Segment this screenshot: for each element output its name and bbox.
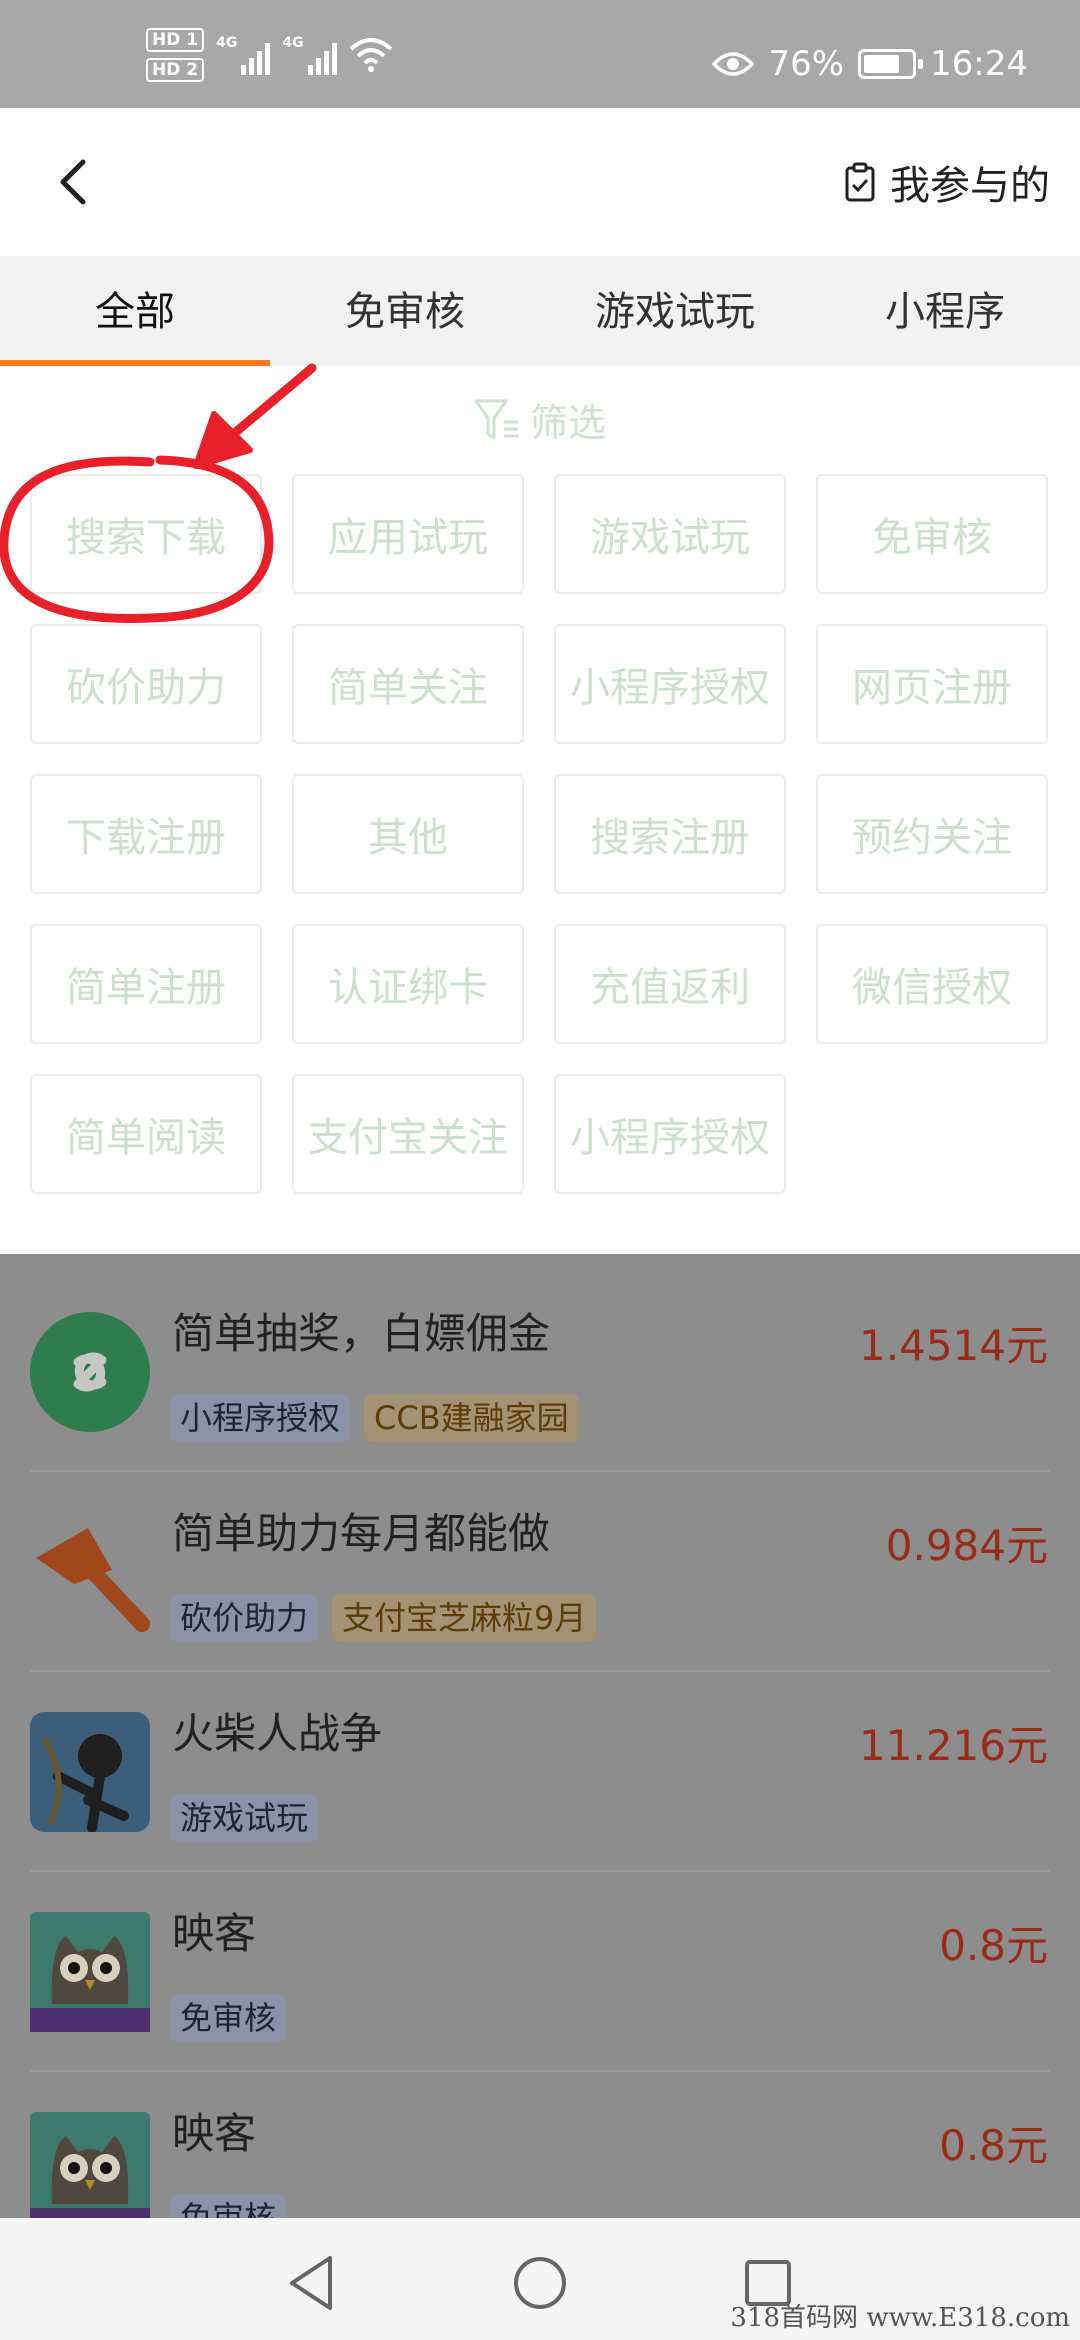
my-joined-button[interactable]: 我参与的: [844, 153, 1050, 211]
filter-chip[interactable]: 预约关注: [816, 774, 1048, 894]
task-name: 映客: [172, 1909, 257, 1958]
filter-chip[interactable]: 砍价助力: [30, 624, 262, 744]
task-item[interactable]: 简单助力每月都能做 0.984元 砍价助力 支付宝芝麻粒9月: [0, 1472, 1080, 1672]
task-tags: 砍价助力 支付宝芝麻粒9月: [170, 1594, 597, 1642]
tab-mini-program[interactable]: 小程序: [810, 256, 1080, 366]
filter-funnel-icon: [474, 399, 518, 439]
battery-icon: [858, 49, 924, 79]
filter-chip[interactable]: 充值返利: [554, 924, 786, 1044]
task-name: 简单抽奖，白嫖佣金: [172, 1309, 551, 1358]
task-category-tag: 砍价助力: [170, 1594, 319, 1642]
task-item[interactable]: 简单抽奖，白嫖佣金 1.4514元 小程序授权 CCB建融家园: [0, 1272, 1080, 1472]
task-price: 1.4514元: [859, 1321, 1048, 1370]
axe-icon: [36, 1528, 150, 1632]
filter-chip[interactable]: 支付宝关注: [292, 1074, 524, 1194]
task-tags: 免审核: [170, 2194, 287, 2218]
task-category-tag: 小程序授权: [170, 1394, 351, 1442]
filter-chip[interactable]: 小程序授权: [554, 624, 786, 744]
filter-chip[interactable]: 简单注册: [30, 924, 262, 1044]
task-name: 简单助力每月都能做: [172, 1509, 551, 1558]
mini-program-icon: [30, 1312, 150, 1432]
tab-no-review[interactable]: 免审核: [270, 256, 540, 366]
filter-chip[interactable]: 微信授权: [816, 924, 1048, 1044]
task-brand-tag: CCB建融家园: [364, 1394, 579, 1442]
task-list: 简单抽奖，白嫖佣金 1.4514元 小程序授权 CCB建融家园 简单助力每月都能…: [0, 1254, 1080, 2218]
signal-2-icon: 4G: [282, 35, 337, 75]
filter-chip[interactable]: 搜索下载: [30, 474, 262, 594]
watermark: 318首码网 www.E318.com: [730, 2303, 1070, 2333]
task-tags: 游戏试玩: [170, 1794, 319, 1842]
filter-chip[interactable]: 小程序授权: [554, 1074, 786, 1194]
task-name: 火柴人战争: [172, 1709, 383, 1758]
stickman-game-icon: [30, 1712, 150, 1832]
battery-percent: 76%: [768, 44, 845, 84]
filter-chip[interactable]: 游戏试玩: [554, 474, 786, 594]
filter-chip-grid: 搜索下载 应用试玩 游戏试玩 免审核 砍价助力 简单关注 小程序授权 网页注册 …: [30, 474, 1052, 1194]
filter-chip[interactable]: 其他: [292, 774, 524, 894]
filter-chip[interactable]: 下载注册: [30, 774, 262, 894]
hd2-badge: HD 2: [146, 58, 205, 82]
status-bar: HD 1 HD 2 4G 4G 76% 16:24: [0, 0, 1080, 108]
filter-chip[interactable]: 搜索注册: [554, 774, 786, 894]
filter-chip[interactable]: 简单阅读: [30, 1074, 262, 1194]
task-name: 映客: [172, 2109, 257, 2158]
tab-game-trial[interactable]: 游戏试玩: [540, 256, 810, 366]
clock: 16:24: [930, 44, 1028, 84]
task-tags: 小程序授权 CCB建融家园: [170, 1394, 579, 1442]
task-item[interactable]: 映客 0.8元 免审核: [0, 1872, 1080, 2072]
filter-chip[interactable]: 网页注册: [816, 624, 1048, 744]
task-price: 11.216元: [859, 1721, 1048, 1770]
back-arrow-icon: [60, 159, 86, 205]
my-joined-label: 我参与的: [890, 163, 1050, 209]
hd1-badge: HD 1: [146, 28, 205, 52]
battery-fill: [864, 55, 899, 73]
filter-chip[interactable]: 免审核: [816, 474, 1048, 594]
system-nav-bar: 318首码网 www.E318.com: [0, 2218, 1080, 2340]
hd-indicators: HD 1 HD 2: [146, 28, 205, 82]
status-left: HD 1 HD 2 4G 4G: [146, 28, 393, 82]
wifi-icon: [349, 38, 392, 72]
app-header: 我参与的: [0, 108, 1080, 256]
back-button[interactable]: [40, 150, 104, 214]
task-price: 0.984元: [885, 1521, 1048, 1570]
filter-panel: 筛选 搜索下载 应用试玩 游戏试玩 免审核 砍价助力 简单关注 小程序授权 网页…: [0, 366, 1080, 1254]
category-tabs: 全部 免审核 游戏试玩 小程序: [0, 256, 1080, 366]
filter-header[interactable]: 筛选: [0, 392, 1080, 447]
task-brand-tag: 支付宝芝麻粒9月: [332, 1594, 597, 1642]
nav-back-triangle-icon[interactable]: [278, 2248, 348, 2318]
filter-title: 筛选: [529, 401, 606, 445]
owl-app-icon: [30, 2112, 150, 2218]
filter-chip[interactable]: 简单关注: [292, 624, 524, 744]
task-item[interactable]: 火柴人战争 11.216元 游戏试玩: [0, 1672, 1080, 1872]
task-category-tag: 游戏试玩: [170, 1794, 319, 1842]
clipboard-check-icon: [845, 162, 875, 202]
task-price: 0.8元: [939, 1921, 1048, 1970]
nav-home-circle-icon[interactable]: [505, 2248, 575, 2318]
filter-chip[interactable]: 认证绑卡: [292, 924, 524, 1044]
eye-comfort-icon: [712, 52, 755, 76]
task-price: 0.8元: [939, 2121, 1048, 2170]
task-item[interactable]: 映客 0.8元 免审核: [0, 2072, 1080, 2218]
signal-1-icon: 4G: [216, 35, 271, 75]
task-tags: 免审核: [170, 1994, 287, 2042]
task-category-tag: 免审核: [170, 2194, 287, 2218]
filter-chip[interactable]: 应用试玩: [292, 474, 524, 594]
tab-all[interactable]: 全部: [0, 256, 270, 366]
status-right: 76% 16:24: [712, 44, 1028, 84]
task-category-tag: 免审核: [170, 1994, 287, 2042]
owl-app-icon: [30, 1912, 150, 2032]
